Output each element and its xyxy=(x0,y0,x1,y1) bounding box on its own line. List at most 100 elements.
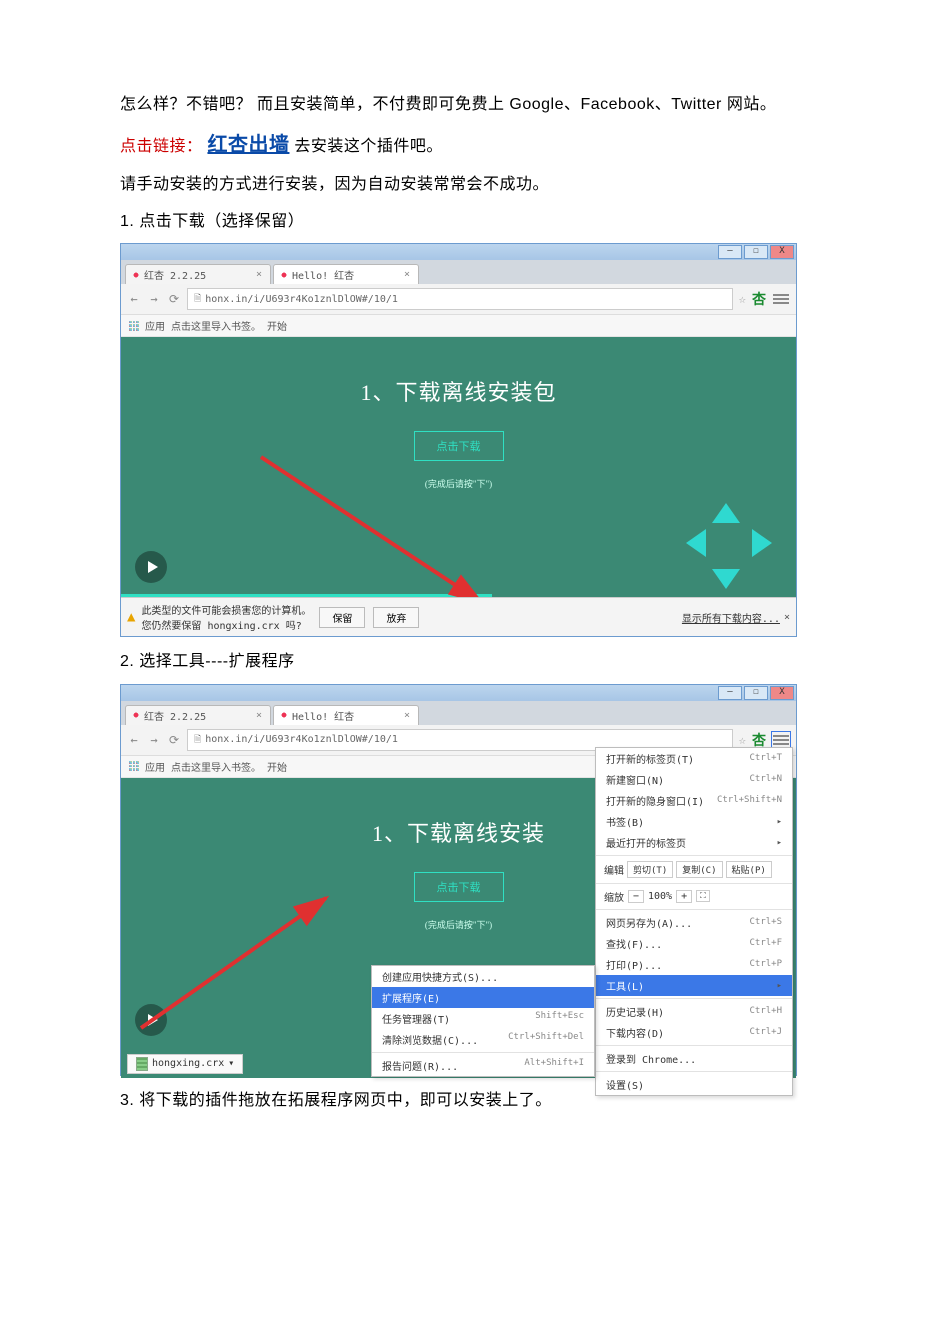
hongxing-link[interactable]: 红杏出墙 xyxy=(207,134,289,156)
download-filename: hongxing.crx xyxy=(152,1058,224,1069)
menu-new-window[interactable]: 新建窗口(N)Ctrl+N xyxy=(596,769,792,790)
discard-button[interactable]: 放弃 xyxy=(373,607,419,628)
tab-label: 红杏 2.2.25 xyxy=(144,267,206,282)
start-bookmark[interactable]: 开始 xyxy=(267,318,287,333)
submenu-extensions[interactable]: 扩展程序(E) xyxy=(372,987,594,1008)
menu-find[interactable]: 查找(F)...Ctrl+F xyxy=(596,933,792,954)
xing-extension-icon[interactable]: 杏 xyxy=(752,289,766,309)
zoom-in-button[interactable]: + xyxy=(676,890,692,903)
page-icon xyxy=(194,291,201,307)
tab-strip: 红杏 2.2.25 × Hello! 红杏 × xyxy=(121,260,796,284)
downloads-close-icon[interactable]: × xyxy=(784,612,790,623)
star-icon[interactable]: ☆ xyxy=(739,292,746,306)
apps-icon[interactable] xyxy=(129,761,139,771)
apps-icon[interactable] xyxy=(129,321,139,331)
link-suffix: 去安装这个插件吧。 xyxy=(294,138,443,155)
url-input[interactable]: honx.in/i/U693r4Ko1znlDlOW#/10/1 xyxy=(187,288,733,310)
favicon-icon xyxy=(132,271,140,279)
back-button[interactable]: ← xyxy=(127,292,141,306)
menu-new-tab[interactable]: 打开新的标签页(T)Ctrl+T xyxy=(596,748,792,769)
menu-incognito[interactable]: 打开新的隐身窗口(I)Ctrl+Shift+N xyxy=(596,790,792,811)
download-button[interactable]: 点击下载 xyxy=(414,431,504,461)
screenshot-1: – ☐ X 红杏 2.2.25 × Hello! 红杏 × ← → ⟳ honx… xyxy=(120,243,797,637)
reload-button[interactable]: ⟳ xyxy=(167,733,181,747)
star-icon[interactable]: ☆ xyxy=(739,733,746,747)
tab-strip: 红杏 2.2.25 × Hello! 红杏 × xyxy=(121,701,796,725)
step-2: 2. 选择工具----扩展程序 xyxy=(120,647,825,677)
paste-button[interactable]: 粘贴(P) xyxy=(726,861,772,878)
submenu-report-issue[interactable]: 报告问题(R)...Alt+Shift+I xyxy=(372,1055,594,1076)
back-button[interactable]: ← xyxy=(127,733,141,747)
chevron-down-icon[interactable]: ▾ xyxy=(228,1058,234,1069)
tab-close-icon[interactable]: × xyxy=(404,710,410,721)
play-icon[interactable] xyxy=(135,551,167,583)
menu-tools[interactable]: 工具(L) xyxy=(596,975,792,996)
page-icon xyxy=(194,732,201,748)
chrome-menu-button[interactable] xyxy=(772,291,790,307)
window-close-button[interactable]: X xyxy=(770,245,794,259)
url-text: honx.in/i/U693r4Ko1znlDlOW#/10/1 xyxy=(205,734,398,745)
import-bookmarks-hint[interactable]: 点击这里导入书签。 xyxy=(171,318,261,333)
forward-button[interactable]: → xyxy=(147,733,161,747)
favicon-icon xyxy=(280,271,288,279)
nav-down-icon[interactable] xyxy=(712,569,740,589)
forward-button[interactable]: → xyxy=(147,292,161,306)
menu-bookmarks[interactable]: 书签(B) xyxy=(596,811,792,832)
download-bar: ▲ 此类型的文件可能会损害您的计算机。 您仍然要保留 hongxing.crx … xyxy=(121,597,796,636)
cut-button[interactable]: 剪切(T) xyxy=(627,861,673,878)
window-close-button[interactable]: X xyxy=(770,686,794,700)
chrome-menu-button[interactable] xyxy=(772,732,790,748)
tab-2[interactable]: Hello! 红杏 × xyxy=(273,705,419,725)
window-max-button[interactable]: ☐ xyxy=(744,686,768,700)
warning-icon: ▲ xyxy=(127,609,135,625)
tab-close-icon[interactable]: × xyxy=(256,269,262,280)
nav-right-icon[interactable] xyxy=(752,529,772,557)
menu-history[interactable]: 历史记录(H)Ctrl+H xyxy=(596,1001,792,1022)
tab-label: Hello! 红杏 xyxy=(292,708,354,723)
window-min-button[interactable]: – xyxy=(718,686,742,700)
window-max-button[interactable]: ☐ xyxy=(744,245,768,259)
address-bar: ← → ⟳ honx.in/i/U693r4Ko1znlDlOW#/10/1 ☆… xyxy=(121,284,796,315)
tab-label: Hello! 红杏 xyxy=(292,267,354,282)
tab-close-icon[interactable]: × xyxy=(256,710,262,721)
show-all-downloads-link[interactable]: 显示所有下载内容... xyxy=(682,610,780,625)
url-text: honx.in/i/U693r4Ko1znlDlOW#/10/1 xyxy=(205,294,398,305)
favicon-icon xyxy=(132,711,140,719)
copy-button[interactable]: 复制(C) xyxy=(676,861,722,878)
menu-save-as[interactable]: 网页另存为(A)...Ctrl+S xyxy=(596,912,792,933)
download-button[interactable]: 点击下载 xyxy=(414,872,504,902)
menu-print[interactable]: 打印(P)...Ctrl+P xyxy=(596,954,792,975)
apps-label[interactable]: 应用 xyxy=(145,759,165,774)
start-bookmark[interactable]: 开始 xyxy=(267,759,287,774)
menu-signin[interactable]: 登录到 Chrome... xyxy=(596,1048,792,1069)
apps-label[interactable]: 应用 xyxy=(145,318,165,333)
menu-edit-row: 编辑 剪切(T) 复制(C) 粘贴(P) xyxy=(596,858,792,881)
tab-close-icon[interactable]: × xyxy=(404,269,410,280)
download-chip[interactable]: hongxing.crx ▾ xyxy=(127,1054,243,1074)
menu-downloads[interactable]: 下载内容(D)Ctrl+J xyxy=(596,1022,792,1043)
window-min-button[interactable]: – xyxy=(718,245,742,259)
submenu-clear-data[interactable]: 清除浏览数据(C)...Ctrl+Shift+Del xyxy=(372,1029,594,1050)
nav-up-icon[interactable] xyxy=(712,503,740,523)
screenshot-2: – ☐ X 红杏 2.2.25 × Hello! 红杏 × ← → ⟳ honx… xyxy=(120,684,797,1076)
bookmarks-bar: 应用 点击这里导入书签。 开始 xyxy=(121,315,796,337)
manual-install-note: 请手动安装的方式进行安装，因为自动安装常常会不成功。 xyxy=(120,170,825,200)
nav-left-icon[interactable] xyxy=(686,529,706,557)
keep-button[interactable]: 保留 xyxy=(319,607,365,628)
fullscreen-button[interactable]: ⛶ xyxy=(696,890,710,902)
tab-1[interactable]: 红杏 2.2.25 × xyxy=(125,264,271,284)
window-titlebar: – ☐ X xyxy=(121,685,796,701)
menu-settings[interactable]: 设置(S) xyxy=(596,1074,792,1095)
submenu-create-shortcut[interactable]: 创建应用快捷方式(S)... xyxy=(372,966,594,987)
menu-recent-tabs[interactable]: 最近打开的标签页 xyxy=(596,832,792,853)
reload-button[interactable]: ⟳ xyxy=(167,292,181,306)
link-prefix: 点击链接： xyxy=(120,138,203,155)
tab-1[interactable]: 红杏 2.2.25 × xyxy=(125,705,271,725)
zoom-out-button[interactable]: − xyxy=(628,890,644,903)
play-icon[interactable] xyxy=(135,1004,167,1036)
crx-file-icon xyxy=(136,1057,148,1071)
import-bookmarks-hint[interactable]: 点击这里导入书签。 xyxy=(171,759,261,774)
submenu-task-manager[interactable]: 任务管理器(T)Shift+Esc xyxy=(372,1008,594,1029)
tab-2[interactable]: Hello! 红杏 × xyxy=(273,264,419,284)
favicon-icon xyxy=(280,711,288,719)
